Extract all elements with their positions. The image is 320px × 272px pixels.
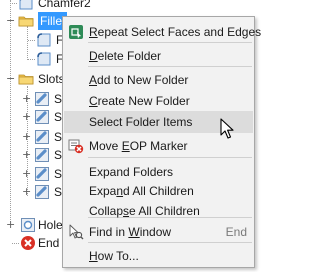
chamfer-feature-icon [18, 0, 34, 11]
tree-node-label: S [54, 92, 63, 106]
tree-connector-line [10, 3, 17, 4]
menu-item-label-text: Collap [89, 204, 124, 218]
menu-item-accelerator-key: W [128, 225, 140, 239]
menu-item-label: Create New Folder [89, 94, 190, 108]
tree-node-label: S [54, 185, 63, 199]
tree-node-label: Hole [38, 218, 63, 232]
menu-item-label: Add to New Folder [89, 73, 188, 87]
move-eop-marker-icon [68, 138, 84, 154]
menu-item-label: Expand Folders [89, 165, 173, 179]
menu-separator [88, 157, 252, 158]
menu-item-label-text: epeat Select Faces and Edges [97, 25, 262, 39]
tree-node-label: Slots [38, 72, 65, 86]
context-menu: Repeat Select Faces and Edges Delete Fold… [62, 16, 261, 268]
expand-icon[interactable]: + [22, 186, 31, 197]
tree-node-label: S [54, 110, 63, 124]
slot-feature-icon [34, 147, 50, 163]
tree-node-label: S [54, 130, 63, 144]
menu-item-label-text: indow [139, 225, 172, 239]
expand-icon[interactable]: + [22, 149, 31, 160]
menu-item-expand-all-children[interactable]: Expand All Children [64, 180, 253, 202]
hole-feature-icon [20, 217, 36, 233]
expand-icon[interactable]: + [22, 111, 31, 122]
menu-item-how-to[interactable]: How To... [64, 245, 253, 267]
menu-item-collapse-all-children[interactable]: Collapse All Children [64, 200, 253, 222]
menu-item-label-text: elete Folder [97, 49, 162, 63]
expand-icon[interactable]: + [22, 93, 31, 104]
menu-item-create-new-folder[interactable]: Create New Folder [64, 90, 253, 112]
menu-item-label-text: OP Marker [129, 139, 188, 153]
menu-item-label: Move EOP Marker [89, 139, 188, 153]
folder-icon [18, 71, 34, 87]
slot-feature-icon [34, 109, 50, 125]
collapse-icon[interactable]: − [6, 15, 15, 26]
menu-item-accelerator-key: H [89, 249, 98, 263]
menu-item-label: How To... [89, 249, 139, 263]
menu-item-label-text: reate New Folder [97, 94, 190, 108]
fillet-feature-icon [36, 51, 52, 67]
menu-item-delete-folder[interactable]: Delete Folder [64, 45, 253, 67]
menu-item-add-to-new-folder[interactable]: Add to New Folder [64, 69, 253, 91]
menu-item-label: Delete Folder [89, 49, 161, 63]
menu-item-label-text: Select Folder Items [89, 115, 193, 129]
fillet-feature-icon [36, 32, 52, 48]
tree-connector-line [12, 243, 19, 244]
menu-item-accelerator-key: R [89, 25, 98, 39]
tree-node-label: Chamfer2 [38, 0, 91, 10]
menu-item-accelerator-key: E [121, 139, 130, 153]
menu-item-label-text: Move [89, 139, 122, 153]
slot-feature-icon [34, 91, 50, 107]
menu-item-accelerator-key: C [89, 94, 98, 108]
menu-item-label: Expand All Children [89, 184, 194, 198]
menu-item-accelerator-key: A [89, 73, 98, 87]
menu-item-label: Repeat Select Faces and Edges [89, 25, 261, 39]
menu-item-label-text: Expa [89, 184, 117, 198]
tree-connector-line [28, 59, 35, 60]
menu-item-shortcut: End [225, 225, 247, 239]
menu-item-label-text: e All Children [129, 204, 200, 218]
expand-icon[interactable]: + [22, 131, 31, 142]
menu-item-label-text: ow To... [97, 249, 139, 263]
menu-item-label-text: Expand Folders [89, 165, 174, 179]
menu-item-accelerator-key: D [89, 49, 98, 63]
select-faces-icon [68, 24, 84, 40]
menu-item-find-in-window[interactable]: Find in Window End [64, 221, 253, 243]
expand-icon[interactable]: + [6, 219, 15, 230]
menu-item-label-text: Find in [89, 225, 129, 239]
menu-item-label: Select Folder Items [89, 115, 192, 129]
slot-feature-icon [34, 129, 50, 145]
mouse-cursor-icon [220, 118, 234, 139]
menu-item-label-text: d All Children [123, 184, 194, 198]
end-of-part-icon [20, 235, 36, 251]
slot-feature-icon [34, 166, 50, 182]
folder-icon [18, 13, 34, 29]
menu-item-label: Find in Window [89, 225, 171, 239]
menu-item-repeat-select-faces-and-edges[interactable]: Repeat Select Faces and Edges [64, 21, 261, 43]
collapse-icon[interactable]: − [6, 73, 15, 84]
expand-icon[interactable]: + [22, 168, 31, 179]
menu-item-label-text: dd to New Folder [97, 73, 189, 87]
tree-node[interactable]: Chamfer2 [0, 0, 257, 12]
menu-item-label: Collapse All Children [89, 204, 200, 218]
tree-connector-line [28, 40, 35, 41]
slot-feature-icon [34, 184, 50, 200]
find-in-window-icon [68, 224, 84, 240]
tree-node-label: S [54, 167, 63, 181]
tree-node-label: S [54, 148, 63, 162]
